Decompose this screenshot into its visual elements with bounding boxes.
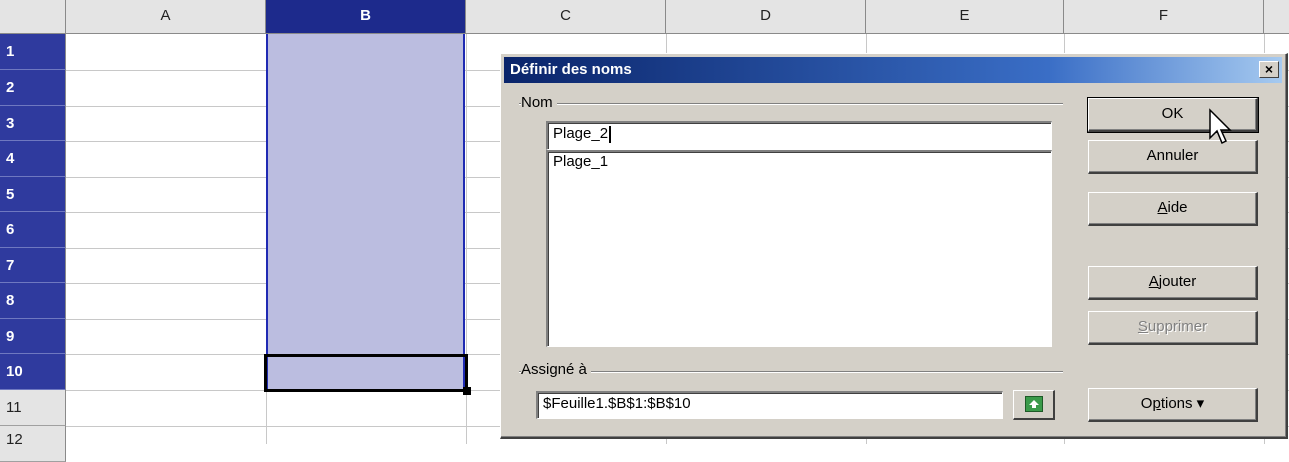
- column-header-g[interactable]: [1264, 0, 1289, 34]
- row-header-6[interactable]: 6: [0, 212, 66, 248]
- shrink-icon: [1025, 396, 1043, 412]
- row-header-1[interactable]: 1: [0, 34, 66, 70]
- cancel-button-label: Annuler: [1146, 147, 1199, 164]
- active-cell-b10[interactable]: [264, 354, 468, 392]
- help-button[interactable]: Aide: [1088, 192, 1258, 226]
- assigned-range-value: $Feuille1.$B$1:$B$10: [543, 395, 691, 412]
- name-input[interactable]: Plage_2: [546, 121, 1052, 150]
- row-header-2[interactable]: 2: [0, 70, 66, 106]
- row-header-10[interactable]: 10: [0, 354, 66, 390]
- column-header-b[interactable]: B: [266, 0, 466, 34]
- assigned-range-input[interactable]: $Feuille1.$B$1:$B$10: [536, 391, 1003, 419]
- column-header-a[interactable]: A: [66, 0, 266, 34]
- list-item[interactable]: Plage_1: [553, 153, 1046, 170]
- add-button[interactable]: Ajouter: [1088, 266, 1258, 300]
- add-button-label: Ajouter: [1148, 273, 1197, 290]
- column-header-e[interactable]: E: [866, 0, 1064, 34]
- select-all-corner[interactable]: [0, 0, 66, 34]
- name-input-value: Plage_2: [553, 125, 609, 142]
- row-header-9[interactable]: 9: [0, 319, 66, 354]
- close-icon: ×: [1264, 61, 1274, 77]
- text-caret: [609, 125, 612, 143]
- options-button-label: Options ▾: [1140, 395, 1205, 412]
- delete-button[interactable]: Supprimer: [1088, 311, 1258, 345]
- row-header-4[interactable]: 4: [0, 141, 66, 177]
- help-button-label: Aide: [1157, 199, 1188, 216]
- row-header-12[interactable]: 12: [0, 426, 66, 462]
- define-names-dialog: Définir des noms × Nom Plage_2 Plage_1 A…: [500, 53, 1288, 439]
- row-header-7[interactable]: 7: [0, 248, 66, 283]
- row-header-3[interactable]: 3: [0, 106, 66, 141]
- selected-range-b1-b10[interactable]: [266, 34, 465, 390]
- ok-button-label: OK: [1161, 105, 1184, 122]
- column-header-f[interactable]: F: [1064, 0, 1264, 34]
- delete-button-label: Supprimer: [1137, 318, 1208, 335]
- name-group-separator: [519, 103, 1063, 105]
- fill-handle[interactable]: [463, 387, 471, 395]
- name-group-label: Nom: [521, 94, 557, 111]
- row-header-11[interactable]: 11: [0, 390, 66, 426]
- row-header-5[interactable]: 5: [0, 177, 66, 212]
- row-header-8[interactable]: 8: [0, 283, 66, 319]
- assigned-group-label: Assigné à: [521, 361, 591, 378]
- column-header-d[interactable]: D: [666, 0, 866, 34]
- column-header-c[interactable]: C: [466, 0, 666, 34]
- assigned-group-separator: [519, 371, 1063, 373]
- shrink-dialog-button[interactable]: [1013, 390, 1055, 420]
- dialog-title-bar[interactable]: Définir des noms ×: [504, 57, 1282, 83]
- mouse-pointer-icon: [1209, 108, 1232, 145]
- options-button[interactable]: Options ▾: [1088, 388, 1258, 422]
- names-list[interactable]: Plage_1: [546, 150, 1052, 347]
- dialog-title: Définir des noms: [510, 61, 632, 78]
- close-button[interactable]: ×: [1259, 61, 1279, 78]
